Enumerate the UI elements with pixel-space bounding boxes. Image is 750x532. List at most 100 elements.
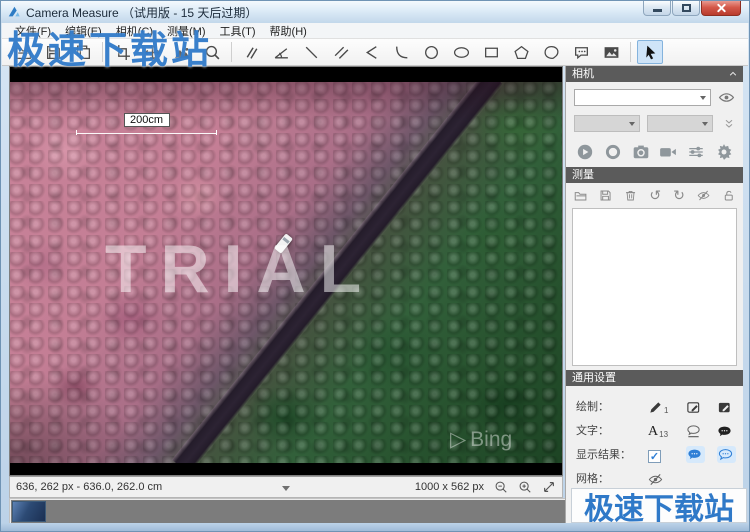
picture-icon (603, 44, 620, 61)
aerial-forest-photo: TRIAL ▷ Bing 200cm (10, 82, 562, 463)
maximize-icon (682, 4, 691, 12)
menu-help[interactable]: 帮助(H) (263, 22, 314, 40)
image-canvas[interactable]: TRIAL ▷ Bing 200cm (9, 66, 563, 476)
label-bubble-filled-icon[interactable] (717, 424, 732, 439)
site-watermark-top: 极速下载站 (7, 19, 212, 74)
visibility-eye-off-icon[interactable] (697, 188, 710, 203)
tool-parallel-lines-button[interactable] (328, 40, 354, 64)
double-chevron-down-icon[interactable] (723, 118, 735, 130)
close-button[interactable] (701, 1, 741, 16)
toolbar-separator (630, 42, 631, 62)
measure-section-title: 测量 (572, 169, 594, 181)
tool-arc-button[interactable] (388, 40, 414, 64)
tool-comment-button[interactable] (568, 40, 594, 64)
font-letter-icon[interactable]: A (648, 425, 658, 439)
site-watermark-bottom: 极速下载站 (571, 488, 747, 523)
bing-triangle-icon: ▷ (450, 427, 466, 452)
window-controls (642, 1, 741, 16)
chevron-down-icon (629, 122, 635, 126)
thumbnail-strip (9, 498, 585, 525)
pentagon-icon (513, 44, 530, 61)
cursor-arrow-icon (642, 44, 659, 61)
font-size-badge: 13 (659, 430, 668, 439)
adjustments-sliders-button[interactable] (687, 143, 705, 161)
tool-pentagon-button[interactable] (508, 40, 534, 64)
save-measurements-button[interactable] (599, 188, 612, 203)
polygon-blob-icon (543, 44, 560, 61)
tool-vee-angle-button[interactable] (358, 40, 384, 64)
tool-rectangle-button[interactable] (478, 40, 504, 64)
arc-icon (393, 44, 410, 61)
redo-icon[interactable]: ↻ (673, 188, 685, 203)
delete-measurement-button[interactable] (624, 188, 637, 203)
chevron-up-icon[interactable] (728, 69, 738, 79)
edit-style-outline-icon[interactable] (686, 400, 701, 415)
app-logo-icon (7, 5, 21, 19)
line-icon (303, 44, 320, 61)
tool-circle-button[interactable] (418, 40, 444, 64)
camera-format-select[interactable] (647, 115, 713, 132)
zoom-out-icon[interactable] (494, 480, 508, 494)
edit-style-filled-icon[interactable] (717, 400, 732, 415)
tool-select-arrow-button[interactable] (637, 40, 663, 64)
side-panel: 相机 (565, 66, 743, 525)
record-button[interactable] (604, 143, 622, 161)
measurement-label: 200cm (124, 113, 170, 127)
show-results-checkbox[interactable]: ✓ (648, 450, 661, 463)
tool-hatch-measure-button[interactable] (238, 40, 264, 64)
panel-collapse-arrow-icon[interactable] (282, 486, 290, 491)
video-record-button[interactable] (659, 143, 677, 161)
setting-row-draw: 绘制： 1 (576, 394, 743, 418)
tool-ellipse-button[interactable] (448, 40, 474, 64)
snapshot-camera-button[interactable] (632, 143, 650, 161)
parallel-lines-icon (333, 44, 350, 61)
tool-picture-note-button[interactable] (598, 40, 624, 64)
result-bubble-filled-icon[interactable] (687, 447, 702, 462)
camera-device-select[interactable] (574, 89, 711, 106)
camera-resolution-select[interactable] (574, 115, 640, 132)
tool-polygon-blob-button[interactable] (538, 40, 564, 64)
minimize-button[interactable] (643, 1, 671, 16)
zoom-in-icon[interactable] (518, 480, 532, 494)
measurement-line (76, 129, 217, 134)
camera-section-title: 相机 (572, 68, 594, 80)
result-bubble-outline-icon[interactable] (718, 447, 733, 462)
app-window: Camera Measure （试用版 - 15 天后过期） 文件(F) 编辑(… (0, 0, 750, 532)
trial-watermark: TRIAL (105, 230, 375, 308)
draw-label: 绘制： (576, 398, 648, 414)
camera-section-body (566, 82, 743, 167)
undo-icon[interactable]: ↺ (649, 188, 661, 203)
chevron-down-icon (700, 96, 706, 100)
hatch-lines-icon (243, 44, 260, 61)
bing-logo-text: Bing (470, 428, 512, 452)
camera-preview-eye-icon[interactable] (718, 89, 735, 106)
label-bubble-underline-icon[interactable] (686, 424, 701, 439)
image-size-readout: 1000 x 562 px (415, 481, 484, 493)
camera-settings-gear-button[interactable] (715, 143, 733, 161)
maximize-button[interactable] (672, 1, 700, 16)
camera-section-header[interactable]: 相机 (566, 66, 743, 82)
measurement-annotation[interactable]: 200cm (76, 113, 217, 134)
rectangle-icon (483, 44, 500, 61)
setting-row-show-results: 显示结果： ✓ (576, 442, 743, 466)
tool-line-button[interactable] (298, 40, 324, 64)
unlock-icon[interactable] (722, 188, 735, 203)
play-button[interactable] (576, 143, 594, 161)
ellipse-icon (453, 44, 470, 61)
toolbar-separator (231, 42, 232, 62)
thumbnail-track (11, 500, 583, 523)
measurement-list[interactable] (572, 208, 737, 366)
photo-credit-logo: ▷ Bing (450, 427, 512, 452)
fit-to-window-icon[interactable] (542, 480, 556, 494)
open-measurements-button[interactable] (574, 188, 587, 203)
pen-width-badge: 1 (664, 406, 668, 415)
setting-row-text: 文字： A13 (576, 418, 743, 442)
settings-section-header[interactable]: 通用设置 (566, 370, 743, 386)
menu-tools[interactable]: 工具(T) (213, 22, 263, 40)
capture-thumbnail[interactable] (12, 501, 46, 522)
measure-section-header[interactable]: 测量 (566, 167, 743, 183)
tool-angle-button[interactable] (268, 40, 294, 64)
circle-icon (423, 44, 440, 61)
cursor-position-readout: 636, 262 px - 636.0, 262.0 cm (16, 481, 162, 493)
pencil-icon[interactable] (648, 400, 663, 415)
